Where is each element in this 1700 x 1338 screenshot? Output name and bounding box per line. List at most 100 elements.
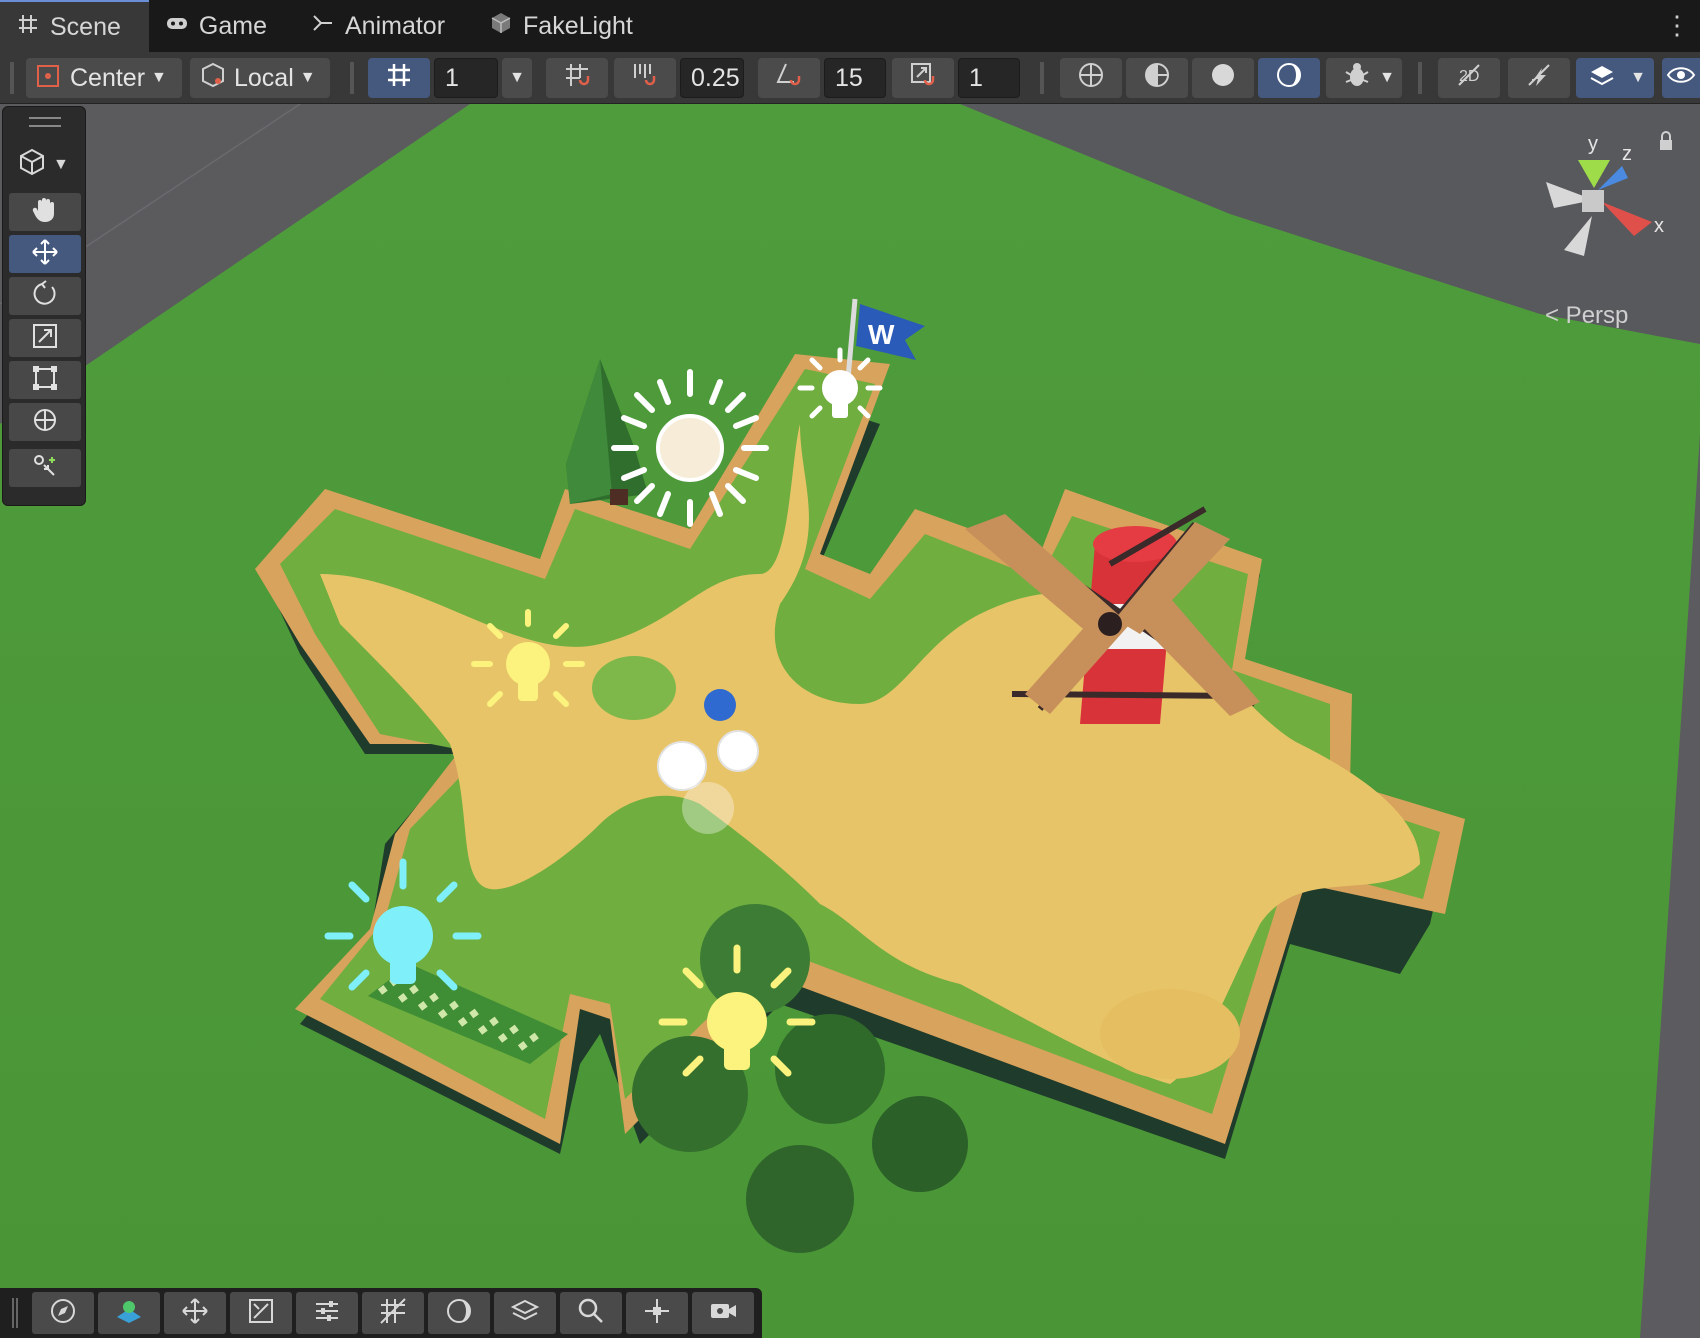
overlay-drag-handle[interactable]	[29, 117, 61, 127]
scene-toolbar: Center ▼ Local ▼ 1 ▼ 0.25 15 1 ▼ 2D ▼	[0, 52, 1700, 104]
flag-letter: W	[868, 319, 895, 350]
scene-viewport[interactable]: W ▼ y z x < Persp	[0, 104, 1700, 1338]
grid-snap-icon	[377, 1295, 409, 1332]
grid-icon	[384, 60, 414, 97]
shaded-button[interactable]	[1192, 58, 1254, 98]
snap-settings-button[interactable]	[230, 1292, 292, 1334]
snap-increment-field[interactable]: 0.25	[680, 58, 744, 98]
grid-size-field[interactable]: 1	[434, 58, 498, 98]
rotation-snap-button[interactable]	[758, 58, 820, 98]
move-tool-button[interactable]	[9, 235, 81, 273]
golf-ball-white-2[interactable]	[657, 741, 707, 791]
snap-icon	[245, 1295, 277, 1332]
layers-icon	[509, 1295, 541, 1332]
terrain-tool-button[interactable]	[98, 1292, 160, 1334]
chevron-down-icon: ▼	[299, 69, 316, 86]
pivot-overlay-button[interactable]	[626, 1292, 688, 1334]
layers-overlay-button[interactable]	[494, 1292, 556, 1334]
tab-animator[interactable]: Animator	[295, 0, 473, 52]
sun-directional-light-icon[interactable]	[611, 369, 769, 527]
half-moon-icon	[1274, 60, 1304, 97]
compass-icon	[47, 1295, 79, 1332]
rotation-snap-icon	[774, 60, 804, 97]
sliders-icon	[311, 1295, 343, 1332]
effects-dropdown-button[interactable]: ▼	[1622, 58, 1654, 98]
toolbar-grip[interactable]	[10, 62, 14, 94]
increment-snap-button[interactable]	[614, 58, 676, 98]
shaded-sphere-icon	[1208, 60, 1238, 97]
grid-icon	[16, 12, 40, 43]
gizmo-axis-y-label: y	[1588, 133, 1598, 155]
local-cube-icon	[198, 60, 228, 97]
scale-snap-field[interactable]: 1	[958, 58, 1020, 98]
lighting-overlay-button[interactable]	[428, 1292, 490, 1334]
transform-icon	[30, 405, 60, 440]
tab-game-label: Game	[198, 11, 267, 40]
scale-snap-button[interactable]	[892, 58, 954, 98]
golf-ball-white-1[interactable]	[717, 730, 759, 772]
toolbar-grip[interactable]	[1040, 62, 1044, 94]
unlit-lighting-button[interactable]	[1258, 58, 1320, 98]
scale-tool-button[interactable]	[9, 319, 81, 357]
wireframe-shading-button[interactable]	[1060, 58, 1122, 98]
toolbar-grip[interactable]	[1418, 62, 1422, 94]
toolbar-grip[interactable]	[350, 62, 354, 94]
custom-tool-icon	[30, 451, 60, 486]
gizmo-x-cone	[1602, 202, 1652, 236]
golf-ball-ghost	[682, 782, 734, 834]
search-overlay-button[interactable]	[560, 1292, 622, 1334]
hand-tool-button[interactable]	[9, 193, 81, 231]
scene-view-canvas[interactable]: W	[0, 104, 1700, 1338]
camera-overlay-button[interactable]	[692, 1292, 754, 1334]
gizmo-lock-icon[interactable]	[1660, 140, 1672, 150]
package-icon	[489, 11, 513, 42]
move-arrows-icon	[30, 237, 60, 272]
lighting-toggle-button[interactable]	[1508, 58, 1570, 98]
bottom-toolbar-grip[interactable]	[12, 1298, 18, 1328]
more-options-icon[interactable]: ⋮	[1664, 10, 1690, 41]
pivot-rotation-dropdown[interactable]: Local ▼	[190, 58, 330, 98]
pivot-rotation-label: Local	[234, 63, 294, 92]
rotation-snap-field[interactable]: 15	[824, 58, 886, 98]
rect-tool-button[interactable]	[9, 361, 81, 399]
tool-selector-dropdown[interactable]: ▼	[17, 147, 69, 182]
navigation-move-button[interactable]	[164, 1292, 226, 1334]
bug-icon	[1342, 60, 1372, 97]
scale-icon	[30, 321, 60, 356]
custom-tool-button[interactable]	[9, 449, 81, 487]
camera-icon	[707, 1295, 739, 1332]
shaded-wireframe-button[interactable]	[1126, 58, 1188, 98]
tab-fakelight[interactable]: FakeLight	[473, 0, 661, 52]
golf-ball-blue[interactable]	[704, 689, 736, 721]
projection-toggle[interactable]: < Persp	[1545, 302, 1628, 330]
effects-toggle-button[interactable]	[1576, 58, 1628, 98]
2d-toggle-button[interactable]: 2D	[1438, 58, 1500, 98]
gizmo-lock-shackle	[1661, 131, 1671, 140]
orientation-tool-button[interactable]	[32, 1292, 94, 1334]
hand-icon	[30, 195, 60, 230]
grid-snap-overlay-button[interactable]	[362, 1292, 424, 1334]
chevron-down-icon: ▼	[509, 69, 525, 86]
rect-transform-icon	[30, 363, 60, 398]
search-icon	[575, 1295, 607, 1332]
snap-increment-value: 0.25	[691, 63, 740, 92]
grid-toggle-button[interactable]	[368, 58, 430, 98]
pivot-mode-dropdown[interactable]: Center ▼	[26, 58, 182, 98]
debug-dropdown-button[interactable]: ▼	[1372, 58, 1402, 98]
grid-dropdown-button[interactable]: ▼	[502, 58, 532, 98]
rotate-tool-button[interactable]	[9, 277, 81, 315]
layers-icon	[1587, 60, 1617, 97]
gizmo-neg-y-cone	[1564, 216, 1592, 256]
rotation-snap-value: 15	[835, 63, 863, 92]
grid-snap-button[interactable]	[546, 58, 608, 98]
half-moon-icon	[443, 1295, 475, 1332]
scale-snap-value: 1	[969, 63, 983, 92]
transform-tool-button[interactable]	[9, 403, 81, 441]
chevron-down-icon: ▼	[53, 155, 69, 173]
tab-game[interactable]: Game	[149, 0, 295, 52]
gizmo-axis-x-label: x	[1654, 215, 1664, 237]
sliders-settings-button[interactable]	[296, 1292, 358, 1334]
gizmo-axis-z-label: z	[1622, 143, 1632, 165]
scene-visibility-button[interactable]	[1662, 58, 1700, 98]
tab-scene[interactable]: Scene	[0, 0, 149, 52]
